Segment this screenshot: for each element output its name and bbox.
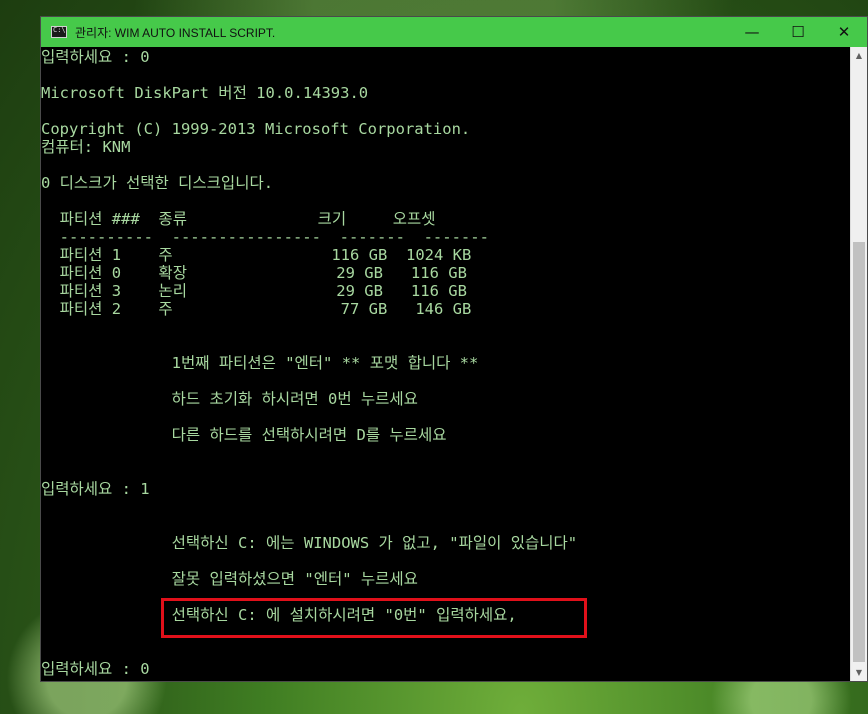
console-line: 파티션 1 주 116 GB 1024 KB bbox=[41, 246, 472, 264]
scroll-down-arrow-icon[interactable]: ▼ bbox=[851, 664, 867, 681]
cmd-app-icon[interactable] bbox=[51, 26, 67, 38]
console-line: 선택하신 C: 에는 WINDOWS 가 없고, "파일이 있습니다" bbox=[41, 534, 578, 552]
title-bar[interactable]: 관리자: WIM AUTO INSTALL SCRIPT. — ☐ ✕ bbox=[41, 17, 867, 47]
scroll-up-arrow-icon[interactable]: ▲ bbox=[851, 47, 867, 64]
console-line: ---------- ---------------- ------- ----… bbox=[41, 228, 489, 246]
maximize-button[interactable]: ☐ bbox=[775, 17, 821, 47]
console-line: 파티션 2 주 77 GB 146 GB bbox=[41, 300, 472, 318]
console-line: 파티션 ### 종류 크기 오프셋 bbox=[41, 210, 436, 228]
console-line: 입력하세요 : 1 bbox=[41, 480, 150, 498]
minimize-button[interactable]: — bbox=[729, 17, 775, 47]
vertical-scrollbar[interactable]: ▲ ▼ bbox=[850, 47, 867, 681]
console-line: Microsoft DiskPart 버전 10.0.14393.0 bbox=[41, 84, 369, 102]
console-line: Copyright (C) 1999-2013 Microsoft Corpor… bbox=[41, 120, 471, 138]
console-line: 0 디스크가 선택한 디스크입니다. bbox=[41, 174, 274, 192]
console-line: 잘못 입력하셨으면 "엔터" 누르세요 bbox=[41, 570, 418, 588]
console-line: 다른 하드를 선택하시려면 D를 누르세요 bbox=[41, 426, 447, 444]
console-line: 파티션 0 확장 29 GB 116 GB bbox=[41, 264, 467, 282]
console-line: 하드 초기화 하시려면 0번 누르세요 bbox=[41, 390, 418, 408]
console-line: 입력하세요 : 0 bbox=[41, 660, 150, 678]
console-window[interactable]: 관리자: WIM AUTO INSTALL SCRIPT. — ☐ ✕ 입력하세… bbox=[40, 16, 868, 682]
close-button[interactable]: ✕ bbox=[821, 17, 867, 47]
console-line: 컴퓨터: KNM bbox=[41, 138, 131, 156]
console-line: 1번째 파티션은 "엔터" ** 포맷 합니다 ** bbox=[41, 354, 479, 372]
console-line: 파티션 3 논리 29 GB 116 GB bbox=[41, 282, 467, 300]
scrollbar-thumb[interactable] bbox=[853, 242, 865, 662]
window-title: 관리자: WIM AUTO INSTALL SCRIPT. bbox=[75, 25, 276, 40]
console-line: 입력하세요 : 0 bbox=[41, 48, 150, 66]
console-output[interactable]: 입력하세요 : 0 Microsoft DiskPart 버전 10.0.143… bbox=[41, 47, 851, 681]
red-highlight-annotation bbox=[161, 598, 587, 638]
